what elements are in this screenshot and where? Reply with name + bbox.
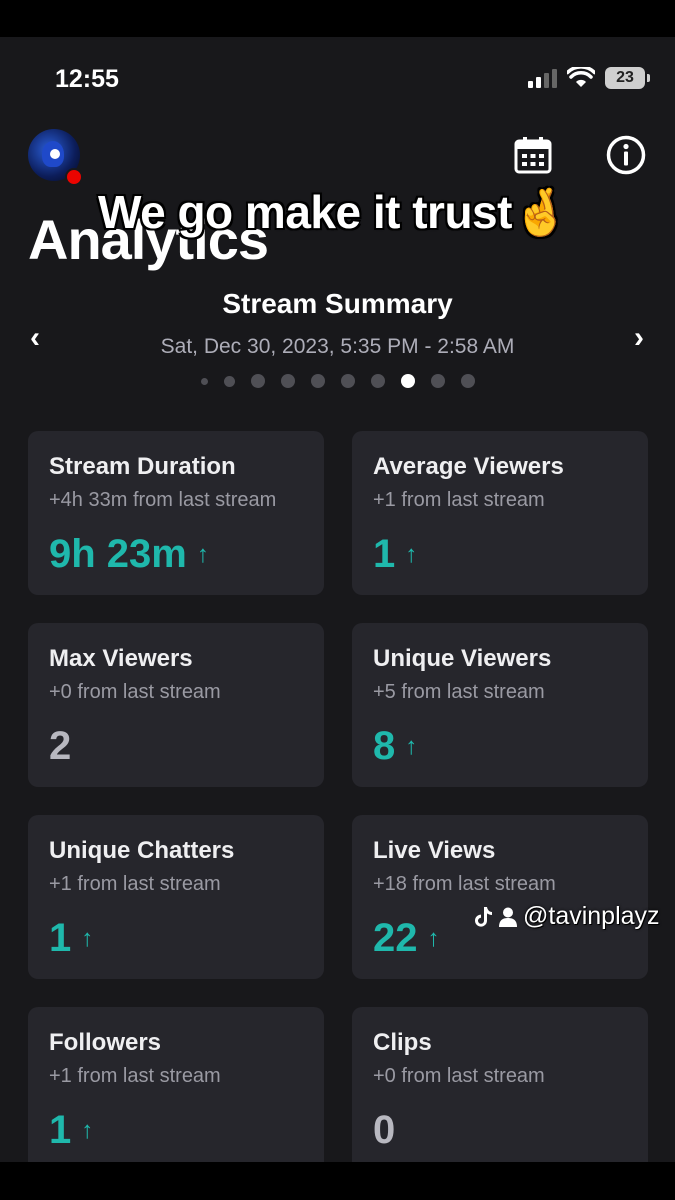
battery-level: 23 — [616, 69, 634, 86]
arrow-up-icon: ↑ — [405, 540, 418, 568]
battery-icon: 23 — [605, 67, 650, 89]
tiktok-watermark: @tavinplayz — [473, 902, 660, 931]
page-dot[interactable] — [200, 377, 208, 385]
arrow-up-icon: ↑ — [405, 732, 418, 760]
stat-value-row: 1 ↑ — [373, 532, 628, 577]
stat-value: 0 — [373, 1108, 396, 1152]
stat-value-row: 1 ↑ — [49, 916, 304, 961]
stat-value: 1 — [49, 916, 72, 960]
stat-title: Max Viewers — [49, 645, 193, 672]
cellular-signal-icon — [528, 68, 557, 88]
stat-change: +4h 33m from last stream — [49, 489, 277, 511]
stat-value: 2 — [49, 724, 72, 768]
summary-title: Stream Summary — [222, 288, 453, 319]
stat-card-live-views[interactable]: Live Views +18 from last stream 22 ↑ — [352, 815, 648, 979]
stat-title: Followers — [49, 1029, 162, 1056]
stat-value: 1 — [373, 532, 396, 576]
stat-card-average-viewers[interactable]: Average Viewers +1 from last stream 1 ↑ — [352, 431, 648, 595]
stat-card-stream-duration[interactable]: Stream Duration +4h 33m from last stream… — [28, 431, 324, 595]
arrow-up-icon: ↑ — [81, 1116, 94, 1144]
page-dot[interactable] — [370, 374, 385, 388]
live-indicator-dot — [65, 168, 83, 186]
arrow-up-icon: ↑ — [427, 924, 440, 952]
stat-value-row: 2 — [49, 724, 304, 769]
stat-title: Unique Chatters — [49, 837, 235, 864]
stat-title: Clips — [373, 1029, 432, 1056]
stat-change: +1 from last stream — [373, 489, 545, 511]
stat-value-row: 1 ↑ — [49, 1108, 304, 1153]
wifi-icon — [567, 67, 595, 87]
page-dot[interactable] — [460, 374, 475, 388]
tiktok-logo-icon — [475, 906, 492, 927]
stat-change: +0 from last stream — [49, 681, 221, 703]
stat-change: +0 from last stream — [373, 1065, 545, 1087]
page-dot[interactable] — [310, 374, 325, 388]
stat-title: Live Views — [373, 837, 496, 864]
status-icons: 23 — [528, 67, 650, 89]
calendar-icon[interactable] — [514, 136, 552, 174]
stat-card-max-viewers[interactable]: Max Viewers +0 from last stream 2 — [28, 623, 324, 787]
page-dot[interactable] — [223, 375, 235, 387]
page-dot[interactable] — [430, 374, 445, 388]
stat-value: 9h 23m — [49, 532, 187, 576]
arrow-up-icon: ↑ — [196, 540, 209, 568]
stat-card-followers[interactable]: Followers +1 from last stream 1 ↑ — [28, 1007, 324, 1162]
status-time: 12:55 — [55, 65, 119, 93]
page-dot[interactable] — [280, 374, 295, 388]
summary-date: Sat, Dec 30, 2023, 5:35 PM - 2:58 AM — [160, 335, 515, 358]
overlay-caption: We go make it trust🤞 — [98, 186, 569, 238]
stat-card-unique-viewers[interactable]: Unique Viewers +5 from last stream 8 ↑ — [352, 623, 648, 787]
stat-value-row: 0 — [373, 1108, 628, 1153]
stat-value: 1 — [49, 1108, 72, 1152]
stat-value-row: 8 ↑ — [373, 724, 628, 769]
page-dot[interactable] — [250, 374, 265, 388]
stat-change: +5 from last stream — [373, 681, 545, 703]
stat-card-clips[interactable]: Clips +0 from last stream 0 — [352, 1007, 648, 1162]
page-dot-active[interactable] — [400, 374, 415, 388]
watermark-handle: @tavinplayz — [523, 902, 660, 930]
stat-title: Unique Viewers — [373, 645, 552, 672]
stat-card-unique-chatters[interactable]: Unique Chatters +1 from last stream 1 ↑ — [28, 815, 324, 979]
stat-change: +1 from last stream — [49, 873, 221, 895]
app-screen: 12:55 23 Analytics We go make it trust🤞 … — [0, 37, 675, 1162]
stat-title: Average Viewers — [373, 453, 564, 480]
stat-value: 22 — [373, 916, 418, 960]
avatar-eye — [50, 149, 60, 159]
page-dot[interactable] — [340, 374, 355, 388]
page-indicator[interactable] — [0, 374, 675, 388]
stats-grid: Stream Duration +4h 33m from last stream… — [28, 431, 648, 1162]
stat-change: +18 from last stream — [373, 873, 556, 895]
stat-value: 8 — [373, 724, 396, 768]
stat-value-row: 9h 23m ↑ — [49, 532, 304, 577]
stat-change: +1 from last stream — [49, 1065, 221, 1087]
stat-title: Stream Duration — [49, 453, 236, 480]
arrow-up-icon: ↑ — [81, 924, 94, 952]
info-icon[interactable] — [606, 135, 646, 175]
user-icon — [499, 907, 517, 927]
